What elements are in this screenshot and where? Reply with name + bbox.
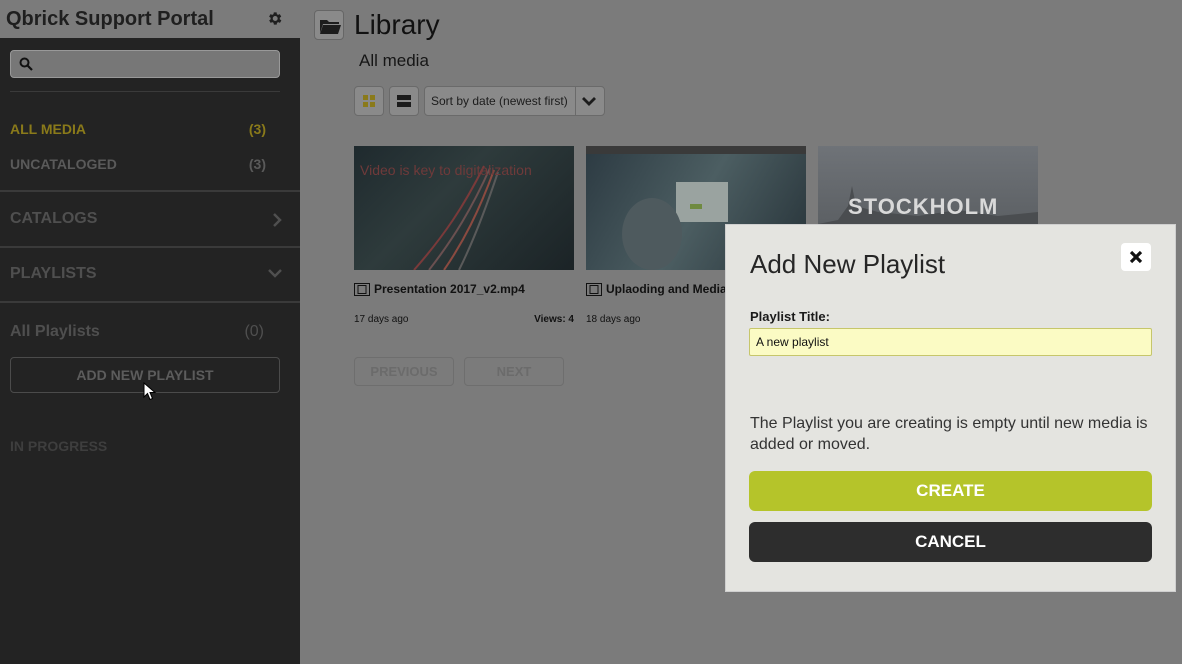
film-icon xyxy=(586,283,602,296)
divider xyxy=(0,301,300,303)
media-title: Uplaoding and Media xyxy=(586,282,727,296)
close-button[interactable] xyxy=(1121,243,1151,271)
chevron-down-icon xyxy=(268,269,282,278)
nav-item-uncataloged[interactable]: UNCATALOGED (3) xyxy=(10,156,266,172)
playlists-label: PLAYLISTS xyxy=(10,265,97,282)
divider xyxy=(0,190,300,192)
media-age: 18 days ago xyxy=(586,314,641,325)
grid-view-button[interactable] xyxy=(354,86,384,116)
mouse-cursor-icon xyxy=(143,382,157,401)
media-views: Views: 4 xyxy=(534,314,574,325)
nav-item-label: UNCATALOGED xyxy=(10,156,117,172)
all-playlists-label: All Playlists xyxy=(10,323,100,340)
all-playlists-item[interactable]: All Playlists (0) xyxy=(10,323,264,341)
cancel-button[interactable]: CANCEL xyxy=(749,522,1152,562)
media-age: 17 days ago xyxy=(354,314,409,325)
next-button[interactable]: NEXT xyxy=(464,357,564,386)
dialog-message: The Playlist you are creating is empty u… xyxy=(750,415,1148,453)
divider xyxy=(0,246,300,248)
thumbnail-caption: STOCKHOLM xyxy=(848,194,999,219)
previous-button[interactable]: PREVIOUS xyxy=(354,357,454,386)
chevron-down-icon xyxy=(582,97,596,106)
create-button[interactable]: CREATE xyxy=(749,471,1152,511)
sort-select-value: Sort by date (newest first) xyxy=(431,94,568,108)
search-icon xyxy=(19,57,33,71)
playlist-title-label: Playlist Title: xyxy=(750,309,830,324)
media-title: Presentation 2017_v2.mp4 xyxy=(354,282,525,296)
search-input[interactable] xyxy=(10,50,280,78)
sort-select[interactable]: Sort by date (newest first) xyxy=(424,86,605,116)
chevron-right-icon xyxy=(273,213,282,227)
page-subtitle: All media xyxy=(359,51,429,70)
add-playlist-dialog: Add New Playlist Playlist Title: The Pla… xyxy=(725,224,1176,592)
gear-icon[interactable] xyxy=(266,10,283,27)
nav-item-count: (3) xyxy=(248,121,266,137)
dialog-title: Add New Playlist xyxy=(750,249,946,279)
page-title: Library xyxy=(354,9,440,40)
folder-icon xyxy=(314,10,344,40)
portal-title: Qbrick Support Portal xyxy=(6,8,214,30)
all-playlists-count: (0) xyxy=(244,323,264,340)
nav-item-count: (3) xyxy=(248,156,266,172)
in-progress-label: IN PROGRESS xyxy=(10,438,108,454)
nav-item-label: ALL MEDIA xyxy=(10,121,86,137)
sidebar: Qbrick Support Portal ALL MEDIA (3) UNCA… xyxy=(0,0,300,664)
media-thumbnail[interactable]: Video is key to digitalization xyxy=(354,146,574,270)
divider xyxy=(10,91,280,92)
film-icon xyxy=(354,283,370,296)
catalogs-label: CATALOGS xyxy=(10,210,98,227)
list-view-button[interactable] xyxy=(389,86,419,116)
thumbnail-caption: Video is key to digitalization xyxy=(360,162,532,178)
playlist-title-input[interactable] xyxy=(749,328,1152,356)
catalogs-section[interactable]: CATALOGS xyxy=(10,210,286,228)
playlists-section[interactable]: PLAYLISTS xyxy=(10,265,286,283)
close-icon xyxy=(1129,250,1143,264)
sidebar-header: Qbrick Support Portal xyxy=(0,0,300,38)
nav-item-all-media[interactable]: ALL MEDIA (3) xyxy=(10,121,266,137)
